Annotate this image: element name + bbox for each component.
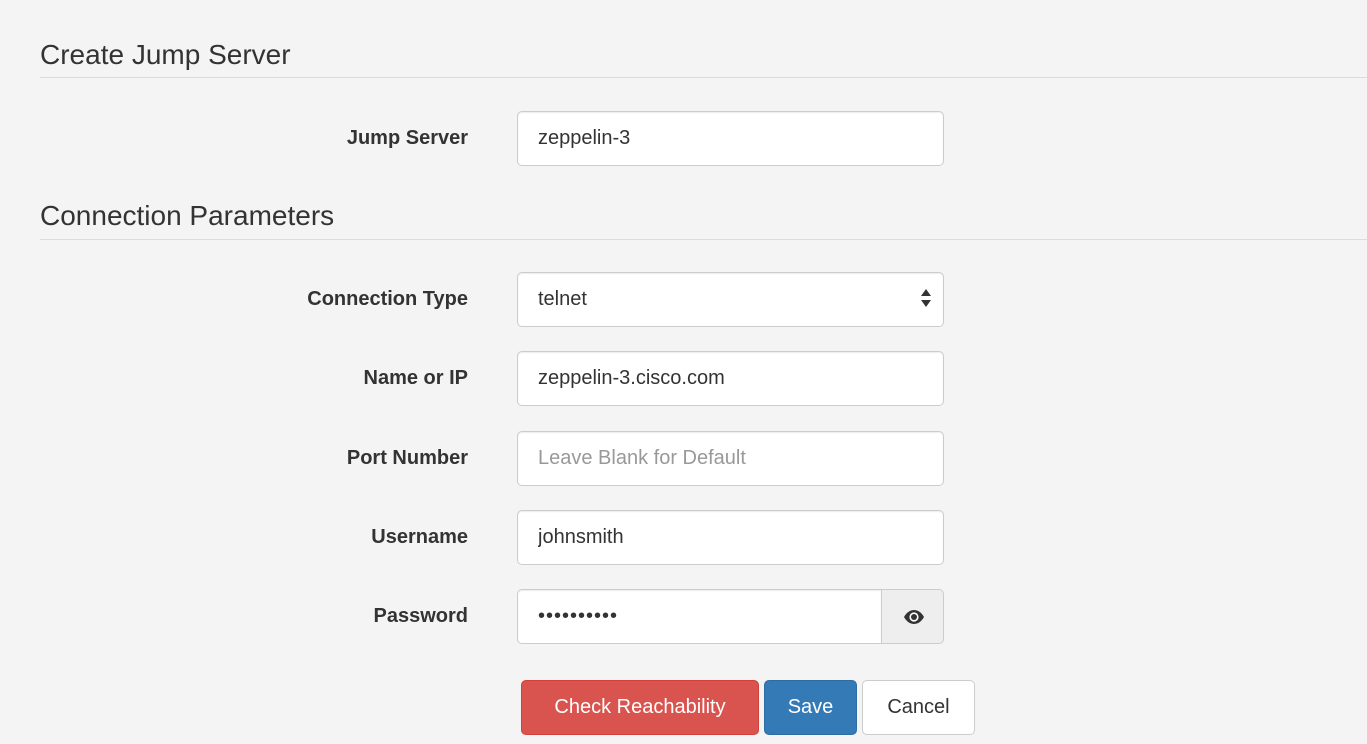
jump-server-label: Jump Server [346,127,468,149]
section-title-connection-parameters: Connection Parameters [40,200,335,231]
name-or-ip-input[interactable] [517,351,944,406]
page-title: Create Jump Server [40,39,291,70]
name-or-ip-row: Name or IP [0,351,1367,406]
username-input[interactable] [517,510,944,565]
username-label: Username [371,526,468,548]
select-arrows-icon [921,289,931,309]
check-reachability-button[interactable]: Check Reachability [521,680,759,735]
cancel-button[interactable]: Cancel [862,680,975,735]
connection-type-row: Connection Type telnet [0,272,1367,327]
password-input[interactable]: •••••••••• [517,589,881,644]
username-row: Username [0,510,1367,565]
connection-type-value: telnet [538,288,587,310]
connection-type-select[interactable]: telnet [517,272,944,327]
eye-icon [904,610,924,624]
save-button[interactable]: Save [764,680,857,735]
show-password-button[interactable] [881,589,944,644]
password-row: Password •••••••••• [0,589,1367,644]
divider [40,239,1367,240]
port-number-label: Port Number [346,447,468,469]
jump-server-input[interactable] [517,111,944,166]
password-group: •••••••••• [517,589,944,644]
password-label: Password [373,605,468,627]
name-or-ip-label: Name or IP [363,367,468,389]
connection-type-label: Connection Type [307,288,468,310]
divider [40,77,1367,78]
port-number-row: Port Number [0,431,1367,486]
jump-server-row: Jump Server [0,111,1367,166]
port-number-input[interactable] [517,431,944,486]
password-masked-value: •••••••••• [538,605,619,627]
